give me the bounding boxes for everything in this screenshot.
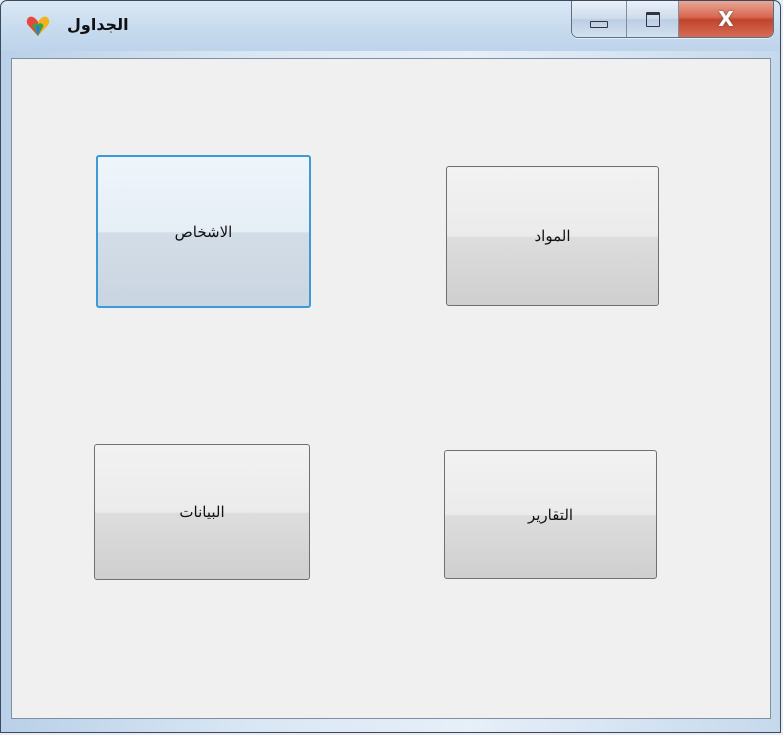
reports-button-label: التقارير	[527, 506, 574, 524]
materials-button[interactable]: المواد	[446, 166, 659, 306]
window-title: الجداول	[67, 15, 129, 34]
caption-buttons: X	[571, 1, 774, 38]
people-button-label: الاشخاص	[174, 223, 233, 241]
minimize-icon	[590, 20, 608, 28]
app-heart-icon	[26, 16, 50, 36]
data-button[interactable]: البيانات	[94, 444, 310, 580]
reports-button[interactable]: التقارير	[444, 450, 657, 579]
maximize-button[interactable]	[627, 1, 679, 37]
people-button[interactable]: الاشخاص	[96, 155, 311, 308]
close-icon: X	[718, 7, 734, 31]
form-client-area: الاشخاص المواد البيانات التقارير	[11, 58, 771, 719]
main-window: الجداول X الاشخاص المواد البيانات التقار…	[0, 0, 781, 733]
materials-button-label: المواد	[534, 228, 571, 245]
close-button[interactable]: X	[679, 1, 773, 37]
minimize-button[interactable]	[572, 1, 627, 37]
title-bar[interactable]: الجداول X	[1, 1, 780, 51]
data-button-label: البيانات	[179, 504, 225, 521]
maximize-icon	[645, 11, 660, 27]
